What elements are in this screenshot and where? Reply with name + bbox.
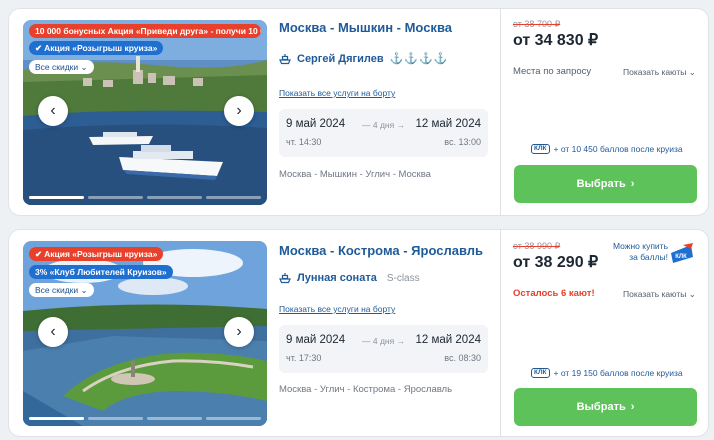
dates-box: 9 май 2024 чт. 17:30 — 4 дня → 12 май 20… xyxy=(279,325,488,373)
promo-tag-label: 10 000 бонусных Акция «Приведи друга» - … xyxy=(35,26,261,36)
buy-with-points-promo[interactable]: Можно купить за баллы! xyxy=(608,241,668,263)
depart-date: 9 май 2024 xyxy=(286,118,346,130)
photo-dot[interactable] xyxy=(147,196,202,199)
chevron-right-icon: › xyxy=(630,401,635,413)
show-cabins-dropdown[interactable]: Показать каюты ⌄ xyxy=(623,67,696,78)
services-link[interactable]: Показать все услуги на борту xyxy=(279,88,395,98)
promo-tag[interactable]: ✔ Акция «Розыгрыш круиза» xyxy=(29,41,164,55)
ship-info[interactable]: Сергей Дягилев ⚓⚓⚓⚓ xyxy=(279,52,448,65)
bonus-points-text: + от 19 150 баллов после круиза xyxy=(553,368,683,378)
show-cabins-label: Показать каюты xyxy=(623,67,687,77)
photo-next-button[interactable]: › xyxy=(224,96,254,126)
bonus-points: КЛК + от 10 450 баллов после круиза xyxy=(531,144,683,154)
cruise-photo[interactable]: ✔ Акция «Розыгрыш круиза» 3% «Клуб Любите… xyxy=(23,241,267,426)
old-price: от 38 700 ₽ xyxy=(513,19,561,29)
check-icon: ✔ xyxy=(35,249,43,259)
depart-date: 9 май 2024 xyxy=(286,334,346,346)
klk-logo-icon: КЛК xyxy=(531,144,550,154)
ship-class: S-class xyxy=(386,272,420,284)
anchor-rating-icon: ⚓⚓⚓⚓ xyxy=(389,53,449,65)
divider xyxy=(500,9,501,215)
ship-icon xyxy=(279,273,291,284)
divider xyxy=(500,230,501,436)
chevron-left-icon: ‹ xyxy=(50,102,56,119)
itinerary: Москва - Мышкин - Углич - Москва xyxy=(279,169,431,180)
duration: — 4 дня → xyxy=(362,120,406,130)
route-title[interactable]: Москва - Кострома - Ярославль xyxy=(279,243,483,258)
photo-dot[interactable] xyxy=(88,417,143,420)
chevron-down-icon: ⌄ xyxy=(688,67,696,77)
chevron-right-icon: › xyxy=(236,323,242,340)
chevron-down-icon: ⌄ xyxy=(688,289,696,299)
all-discounts-label: Все скидки xyxy=(35,285,79,295)
promo-tag[interactable]: ✔ Акция «Розыгрыш круиза» xyxy=(29,247,164,261)
cruise-card: ✔ Акция «Розыгрыш круиза» 3% «Клуб Любите… xyxy=(8,229,709,437)
ship-info[interactable]: Лунная соната S-class xyxy=(279,272,420,284)
old-price: от 38 990 ₽ xyxy=(513,241,561,251)
photo-dot[interactable] xyxy=(88,196,143,199)
arrive-time: вс. 08:30 xyxy=(444,353,481,363)
bonus-points: КЛК + от 19 150 баллов после круиза xyxy=(531,368,683,378)
ship-icon xyxy=(279,53,291,64)
select-button[interactable]: Выбрать › xyxy=(514,165,697,203)
price: от 34 830 ₽ xyxy=(513,32,599,49)
photo-dot[interactable] xyxy=(29,417,84,420)
promo-tag-label: Акция «Розыгрыш круиза» xyxy=(44,43,158,53)
availability-status: Осталось 6 кают! xyxy=(513,288,595,299)
availability-status: Места по запросу xyxy=(513,66,592,77)
duration-label: 4 дня xyxy=(372,120,395,130)
depart-time: чт. 17:30 xyxy=(286,353,322,363)
cruise-card: 10 000 бонусных Акция «Приведи друга» - … xyxy=(8,8,709,216)
arrive-time: вс. 13:00 xyxy=(444,137,481,147)
select-button-label: Выбрать xyxy=(576,401,626,413)
services-link[interactable]: Показать все услуги на борту xyxy=(279,304,395,314)
dates-box: 9 май 2024 чт. 14:30 — 4 дня → 12 май 20… xyxy=(279,109,488,157)
chevron-right-icon: › xyxy=(236,102,242,119)
klk-logo-icon: КЛК xyxy=(531,368,550,378)
photo-dot[interactable] xyxy=(147,417,202,420)
duration: — 4 дня → xyxy=(362,336,406,346)
select-button-label: Выбрать xyxy=(576,178,626,190)
photo-pagination xyxy=(29,417,261,420)
promo-tag-label: Акция «Розыгрыш круиза» xyxy=(44,249,158,259)
promo-tag-label: 3% «Клуб Любителей Круизов» xyxy=(35,267,167,277)
route-title[interactable]: Москва - Мышкин - Москва xyxy=(279,20,452,35)
arrive-date: 12 май 2024 xyxy=(415,334,482,346)
check-icon: ✔ xyxy=(35,43,43,53)
promo-tag[interactable]: 10 000 бонусных Акция «Приведи друга» - … xyxy=(29,24,261,38)
depart-time: чт. 14:30 xyxy=(286,137,322,147)
bonus-points-text: + от 10 450 баллов после круиза xyxy=(553,144,683,154)
all-discounts-label: Все скидки xyxy=(35,62,79,72)
photo-pagination xyxy=(29,196,261,199)
chevron-down-icon: ⌄ xyxy=(80,62,88,72)
itinerary: Москва - Углич - Кострома - Ярославль xyxy=(279,384,453,395)
all-discounts-dropdown[interactable]: Все скидки ⌄ xyxy=(29,60,94,74)
chevron-left-icon: ‹ xyxy=(50,323,56,340)
arrive-date: 12 май 2024 xyxy=(415,118,482,130)
photo-next-button[interactable]: › xyxy=(224,317,254,347)
photo-prev-button[interactable]: ‹ xyxy=(38,317,68,347)
show-cabins-label: Показать каюты xyxy=(623,289,687,299)
select-button[interactable]: Выбрать › xyxy=(514,388,697,426)
duration-label: 4 дня xyxy=(372,336,395,346)
klk-logo-icon: КЛК xyxy=(671,243,693,263)
ship-name: Сергей Дягилев xyxy=(297,52,384,65)
chevron-right-icon: › xyxy=(630,178,635,190)
chevron-down-icon: ⌄ xyxy=(80,285,88,295)
cruise-photo[interactable]: 10 000 бонусных Акция «Приведи друга» - … xyxy=(23,20,267,205)
ship-name: Лунная соната xyxy=(297,272,377,284)
promo-tag[interactable]: 3% «Клуб Любителей Круизов» xyxy=(29,265,173,279)
klk-logo-label: КЛК xyxy=(675,254,687,260)
photo-dot[interactable] xyxy=(206,417,261,420)
photo-dot[interactable] xyxy=(206,196,261,199)
all-discounts-dropdown[interactable]: Все скидки ⌄ xyxy=(29,283,94,297)
show-cabins-dropdown[interactable]: Показать каюты ⌄ xyxy=(623,289,696,300)
photo-dot[interactable] xyxy=(29,196,84,199)
price: от 38 290 ₽ xyxy=(513,254,599,271)
photo-prev-button[interactable]: ‹ xyxy=(38,96,68,126)
